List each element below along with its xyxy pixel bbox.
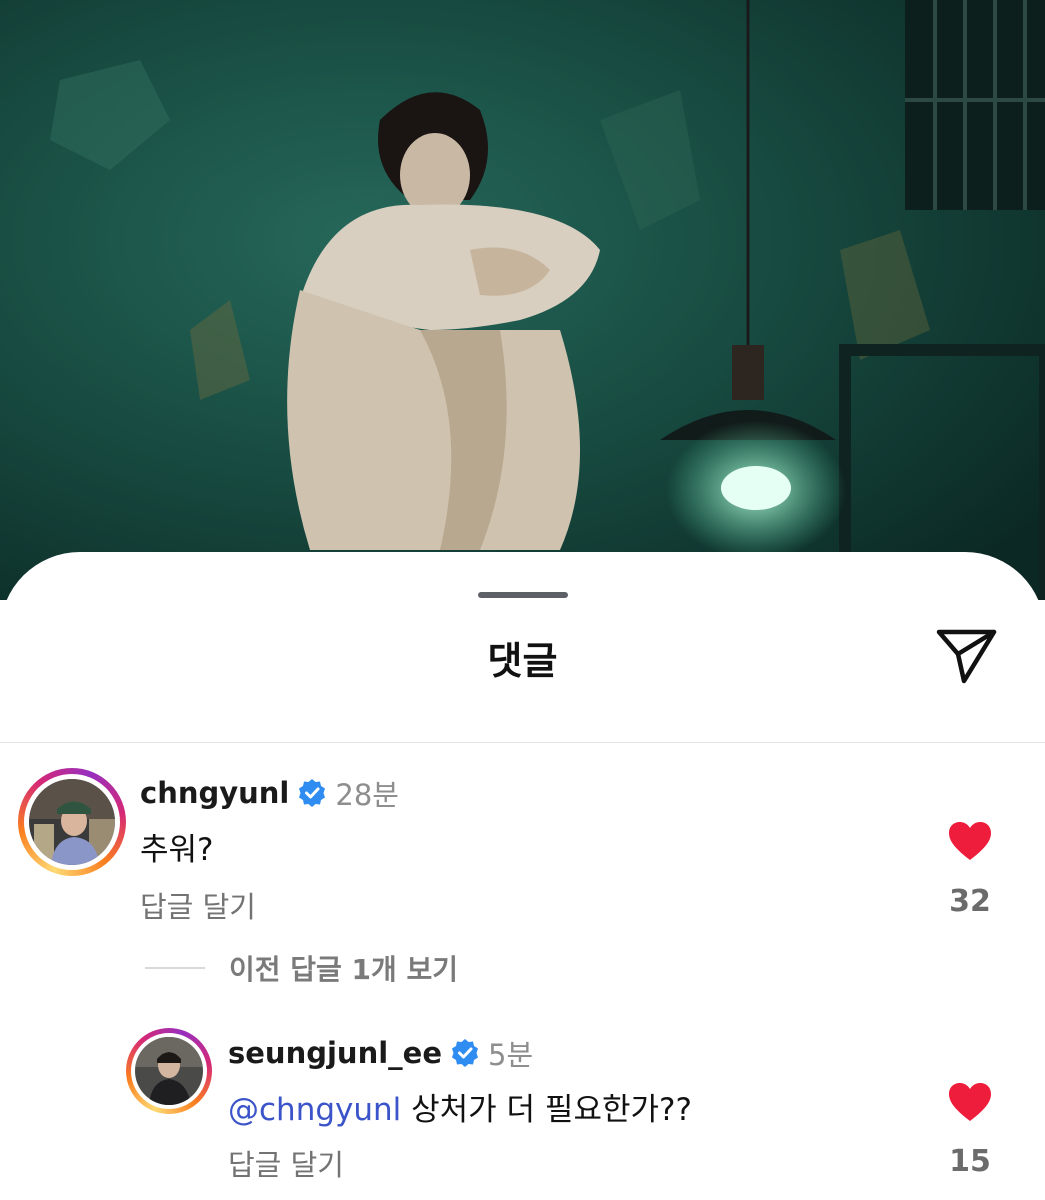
sheet-title: 댓글 xyxy=(487,639,558,683)
view-replies-label: 이전 답글 1개 보기 xyxy=(229,953,459,986)
verified-badge-icon xyxy=(299,779,326,807)
header-divider xyxy=(0,742,1045,743)
share-button[interactable] xyxy=(932,624,1002,688)
post-photo xyxy=(0,0,1045,600)
comment-username[interactable]: chngyunl xyxy=(140,776,289,810)
mention-link[interactable]: @chngyunl xyxy=(228,1092,401,1128)
avatar-photo xyxy=(135,1037,203,1105)
view-previous-replies[interactable]: 이전 답글 1개 보기 xyxy=(145,948,458,988)
sheet-grabber[interactable] xyxy=(478,592,568,598)
heart-icon xyxy=(949,1083,991,1121)
heart-icon xyxy=(949,822,991,860)
avatar[interactable] xyxy=(29,779,115,865)
reply-username[interactable]: seungjunl_ee xyxy=(228,1036,442,1070)
reply-body: 상처가 더 필요한가?? xyxy=(411,1092,692,1128)
reply-time: 5분 xyxy=(488,1038,534,1072)
like-button[interactable] xyxy=(947,1081,993,1127)
reply-button[interactable]: 답글 달기 xyxy=(140,884,256,926)
comment-text: 추워? xyxy=(140,832,214,868)
like-count: 32 xyxy=(949,884,991,919)
paper-plane-icon xyxy=(936,629,997,684)
like-button[interactable] xyxy=(947,820,993,866)
thread-line xyxy=(145,967,205,969)
like-count: 15 xyxy=(949,1144,991,1179)
avatar-photo xyxy=(29,779,115,865)
reply-text: @chngyunl 상처가 더 필요한가?? xyxy=(228,1084,692,1129)
comment-time: 28분 xyxy=(335,778,399,812)
post-photo-background xyxy=(0,0,1045,600)
reply-button[interactable]: 답글 달기 xyxy=(228,1142,344,1184)
verified-badge-icon xyxy=(452,1039,478,1067)
avatar[interactable] xyxy=(135,1037,203,1105)
